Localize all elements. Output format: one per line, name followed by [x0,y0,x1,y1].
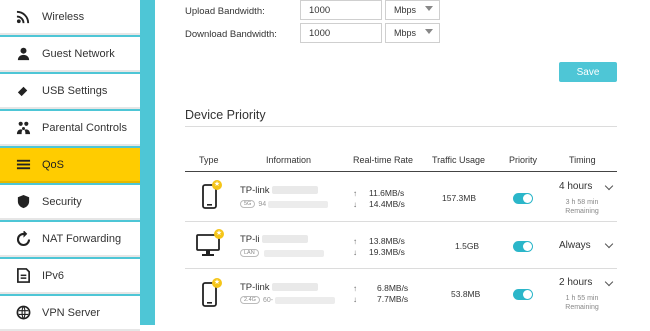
divider [185,126,617,127]
sidebar-item-ipv6[interactable]: IPv6 [0,259,140,294]
realtime-rate: ↑ 13.8MB/s ↓ 19.3MB/s [353,236,405,257]
priority-toggle[interactable] [513,241,533,252]
device-info: 2.4G 60- [240,296,336,304]
sidebar-item-label: Guest Network [42,47,115,60]
row-divider [185,268,617,269]
upload-bandwidth-input[interactable] [300,0,382,20]
remaining-time: 3 h 58 min [565,199,599,206]
priority-toggle[interactable] [513,289,533,300]
sidebar-item-label: IPv6 [42,269,65,282]
family-icon [15,120,31,136]
sidebar-item-label: USB Settings [42,84,108,97]
sidebar-item-qos[interactable]: QoS [0,148,140,183]
column-header-traffic: Traffic Usage [432,155,486,165]
sidebar-item-wireless[interactable]: Wireless [0,0,140,35]
star-icon: ★ [212,180,222,190]
download-arrow-icon: ↓ [353,295,357,304]
device-name: TP-li [240,234,308,245]
upload-arrow-icon: ↑ [353,284,357,293]
column-header-type: Type [199,155,219,165]
upload-bandwidth-label: Upload Bandwidth: [185,6,265,17]
device-info: LAN [240,249,324,257]
download-unit-select[interactable]: Mbps [385,23,440,43]
upload-arrow-icon: ↑ [353,189,357,198]
column-header-rate: Real-time Rate [353,155,414,165]
device-name: TP-link [240,282,318,293]
upload-arrow-icon: ↑ [353,237,357,246]
download-arrow-icon: ↓ [353,248,357,257]
sidebar-item-label: VPN Server [42,306,101,319]
upload-unit-value: Mbps [394,5,417,15]
sidebar-item-label: Wireless [42,10,85,23]
device-info: 5G 94 [240,200,329,208]
sidebar-menu: Wireless Guest Network USB Settings Pare… [0,0,140,331]
sidebar-item-security[interactable]: Security [0,185,140,220]
column-header-information: Information [266,155,312,165]
remaining-label: Remaining [565,304,599,311]
download-bandwidth-input[interactable] [300,23,382,43]
device-name: TP-link [240,185,318,196]
realtime-rate: ↑ 6.8MB/s ↓ 7.7MB/s [353,283,409,304]
shield-icon [15,194,31,210]
timing-select[interactable]: 4 hours [559,181,592,192]
sidebar-item-usb-settings[interactable]: USB Settings [0,74,140,109]
usb-icon [15,83,31,99]
column-header-timing: Timing [569,155,596,165]
priority-toggle[interactable] [513,193,533,204]
traffic-usage: 53.8MB [451,289,481,299]
nat-icon [15,231,31,247]
realtime-rate: ↑ 11.6MB/s ↓ 14.4MB/s [353,188,405,209]
sidebar: Wireless Guest Network USB Settings Pare… [0,0,155,331]
vpn-icon [15,305,31,321]
timing-select[interactable]: 2 hours [559,277,592,288]
traffic-usage: 157.3MB [442,193,477,203]
star-icon: ★ [214,229,224,239]
download-bandwidth-label: Download Bandwidth: [185,29,277,40]
download-arrow-icon: ↓ [353,200,357,209]
upload-unit-select[interactable]: Mbps [385,0,440,20]
save-button[interactable]: Save [559,62,617,82]
chevron-down-icon[interactable] [604,277,614,287]
qos-icon [15,157,31,173]
sidebar-item-label: NAT Forwarding [42,232,122,245]
remaining-time: 1 h 55 min [565,295,599,302]
chevron-down-icon [425,29,433,34]
sidebar-item-label: QoS [42,158,65,171]
guest-icon [15,46,31,62]
sidebar-item-nat-forwarding[interactable]: NAT Forwarding [0,222,140,257]
star-icon: ★ [212,278,222,288]
traffic-usage: 1.5GB [455,241,480,251]
chevron-down-icon[interactable] [604,239,614,249]
column-header-priority: Priority [509,155,538,165]
sidebar-item-guest-network[interactable]: Guest Network [0,37,140,72]
main-panel: Upload Bandwidth: Mbps Download Bandwidt… [155,0,650,325]
sidebar-item-vpn-server[interactable]: VPN Server [0,296,140,331]
remaining-label: Remaining [565,208,599,215]
sidebar-item-label: Parental Controls [42,121,127,134]
chevron-down-icon [425,6,433,11]
row-divider [185,221,617,222]
download-unit-value: Mbps [394,28,417,38]
wifi-icon [15,9,31,25]
timing-select[interactable]: Always [559,240,591,251]
sidebar-item-parental-controls[interactable]: Parental Controls [0,111,140,146]
sidebar-item-label: Security [42,195,82,208]
device-priority-title: Device Priority [185,108,266,122]
ipv6-icon [15,268,31,284]
table-header-divider [185,171,617,172]
chevron-down-icon[interactable] [604,181,614,191]
